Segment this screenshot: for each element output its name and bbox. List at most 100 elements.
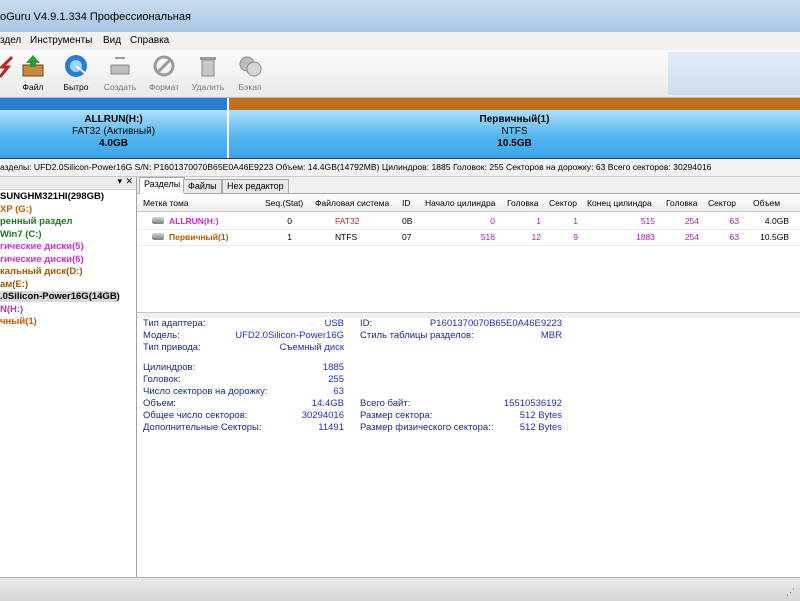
- format-button[interactable]: Формат: [143, 52, 185, 94]
- total-bytes-label: Всего байт:: [360, 398, 411, 409]
- spt-label: Число секторов на дорожку:: [143, 386, 268, 397]
- cell-fs: NTFS: [335, 232, 358, 242]
- file-button[interactable]: Файл: [12, 52, 54, 94]
- format-icon: [151, 53, 177, 79]
- col-sector[interactable]: Сектор: [549, 198, 577, 208]
- tree-item[interactable]: гические диски(5): [0, 241, 84, 252]
- tree-item[interactable]: ренный раздел: [0, 216, 72, 227]
- cell-size: 10.5GB: [760, 232, 789, 242]
- table-row[interactable]: Первичный(1) 1 NTFS 07 516 12 9 1883 254 63 10.5GB: [137, 229, 800, 246]
- backup-button[interactable]: Бэкап: [229, 52, 271, 94]
- col-end-head[interactable]: Головка: [666, 198, 698, 208]
- disk-info-line: азделы: UFD2.0Silicon-Power16G S/N: P160…: [0, 159, 800, 177]
- cylinders-label: Цилиндров:: [143, 362, 196, 373]
- status-bar: ⋰: [0, 577, 800, 601]
- tab-partitions[interactable]: Разделы: [139, 177, 186, 194]
- resize-grip-icon[interactable]: ⋰: [786, 587, 796, 597]
- partition-1-name: ALLRUN(H:): [84, 114, 143, 125]
- heads-value: 255: [328, 374, 344, 385]
- menu-partition[interactable]: здел: [0, 35, 21, 46]
- tab-hex-editor[interactable]: Hex редактор: [222, 179, 289, 193]
- drive-type-label: Тип привода:: [143, 342, 201, 353]
- drive-icon: [152, 233, 164, 240]
- cell-head: 12: [531, 232, 541, 242]
- toolbar-banner: [668, 52, 800, 95]
- row-label: Первичный(1): [169, 232, 229, 242]
- col-head[interactable]: Головка: [507, 198, 539, 208]
- tree-item[interactable]: N(H:): [0, 304, 23, 315]
- menu-view[interactable]: Вид: [103, 35, 121, 46]
- tree-header: ▾ ✕: [0, 176, 136, 190]
- table-style-value: MBR: [540, 330, 562, 341]
- cell-seq: 1: [287, 232, 292, 242]
- disk-map-partition-1[interactable]: ALLRUN(H:) FAT32 (Активный) 4.0GB: [0, 98, 227, 158]
- table-row[interactable]: ALLRUN(H:) 0 FAT32 0B 0 1 1 515 254 63 4.0GB: [137, 213, 800, 230]
- col-id[interactable]: ID: [402, 198, 411, 208]
- delete-button-label: Удалить: [191, 82, 225, 92]
- tree-item[interactable]: ам(E:): [0, 279, 28, 290]
- cell-size: 4.0GB: [764, 216, 789, 226]
- adapter-type-value: USB: [324, 318, 344, 329]
- delete-button[interactable]: Удалить: [187, 52, 229, 94]
- extra-sectors-label: Дополнительные Секторы:: [143, 422, 262, 433]
- col-end-cylinder[interactable]: Конец цилиндра: [587, 198, 652, 208]
- file-button-label: Файл: [22, 82, 44, 92]
- partition-table: Метка тома Seq.(Stat) Файловая система I…: [137, 194, 800, 312]
- phys-sector-value: 512 Bytes: [519, 422, 562, 433]
- col-seq[interactable]: Seq.(Stat): [265, 198, 303, 208]
- tree-item[interactable]: гические диски(6): [0, 254, 84, 265]
- delete-icon: [195, 53, 221, 79]
- tree-item[interactable]: кальный диск(D:): [0, 266, 83, 277]
- tree-item[interactable]: XP (G:): [0, 204, 32, 215]
- phys-sector-label: Размер физического сектора::: [360, 422, 494, 433]
- cell-start-cyl: 0: [490, 216, 495, 226]
- model-value: UFD2.0Silicon-Power16G: [235, 330, 344, 341]
- col-size[interactable]: Объем: [753, 198, 780, 208]
- tree-item[interactable]: .0Silicon-Power16G(14GB): [0, 291, 120, 302]
- cell-end-sector: 63: [729, 232, 739, 242]
- cell-seq: 0: [287, 216, 292, 226]
- quick-button-label: Бытро: [63, 82, 89, 92]
- partition-2-size: 10.5GB: [497, 138, 532, 149]
- disk-tree: ▾ ✕ SUNGHM321HI(298GB) XP (G:) ренный разд…: [0, 176, 137, 577]
- col-volume-label[interactable]: Метка тома: [143, 198, 189, 208]
- capacity-label: Объем:: [143, 398, 176, 409]
- partition-1-size: 4.0GB: [99, 138, 128, 149]
- cell-head: 1: [536, 216, 541, 226]
- partition-2-usage-bar: [229, 98, 800, 110]
- partition-1-fs: FAT32 (Активный): [71, 126, 156, 137]
- format-button-label: Формат: [148, 82, 180, 92]
- row-label: ALLRUN(H:): [169, 216, 219, 226]
- extra-sectors-value: 11491: [318, 422, 344, 433]
- disk-map-partition-2[interactable]: Первичный(1) NTFS 10.5GB: [229, 98, 800, 158]
- create-button[interactable]: Создать: [99, 52, 141, 94]
- tab-files[interactable]: Файлы: [183, 179, 222, 193]
- create-button-label: Создать: [103, 82, 137, 92]
- spt-value: 63: [333, 386, 344, 397]
- cell-end-sector: 63: [729, 216, 739, 226]
- cell-id: 07: [402, 232, 412, 242]
- cell-end-head: 254: [684, 232, 699, 242]
- close-icon[interactable]: ✕: [125, 176, 133, 187]
- table-style-label: Стиль таблицы разделов:: [360, 330, 474, 341]
- menu-help[interactable]: Справка: [130, 35, 169, 46]
- col-start-cylinder[interactable]: Начало цилиндра: [425, 198, 495, 208]
- col-filesystem[interactable]: Файловая система: [315, 198, 389, 208]
- right-pane: Разделы Файлы Hex редактор Метка тома Se…: [137, 177, 800, 577]
- quick-button[interactable]: Бытро: [55, 52, 97, 94]
- tree-item[interactable]: Win7 (C:): [0, 229, 42, 240]
- cell-id: 0B: [402, 216, 413, 226]
- cell-end-head: 254: [684, 216, 699, 226]
- tab-bar: Разделы Файлы Hex редактор: [137, 177, 800, 194]
- cylinders-value: 1885: [322, 362, 344, 373]
- cell-sector: 9: [573, 232, 578, 242]
- menu-tools[interactable]: Инструменты: [30, 35, 92, 46]
- id-label: ID:: [360, 318, 373, 329]
- pin-icon[interactable]: ▾: [117, 176, 122, 187]
- col-end-sector[interactable]: Сектор: [708, 198, 736, 208]
- backup-button-label: Бэкап: [238, 82, 262, 92]
- tree-item[interactable]: чный(1): [0, 316, 37, 327]
- tree-item[interactable]: SUNGHM321HI(298GB): [0, 191, 104, 202]
- model-label: Модель:: [143, 330, 180, 341]
- title-bar: oGuru V4.9.1.334 Профессиональная: [0, 0, 800, 32]
